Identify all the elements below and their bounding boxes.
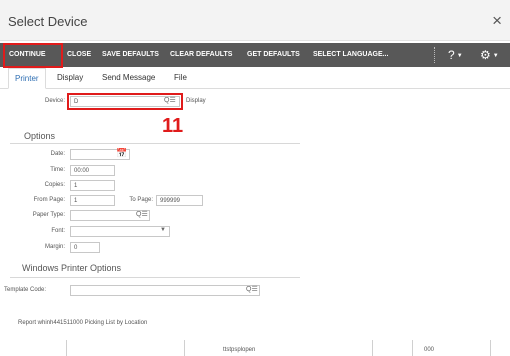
to-page-label: To Page: (129, 197, 153, 203)
from-page-label: From Page: (33, 197, 65, 203)
from-page-field[interactable]: 1 (70, 195, 115, 206)
get-defaults-button[interactable]: GET DEFAULTS (247, 43, 300, 67)
margin-label: Margin: (44, 244, 65, 250)
copies-field[interactable]: 1 (70, 180, 115, 191)
column-divider (66, 340, 67, 356)
clear-defaults-button[interactable]: CLEAR DEFAULTS (170, 43, 232, 67)
dialog-titlebar: Select Device × (0, 0, 510, 41)
device-label: Device: (44, 98, 65, 104)
time-field[interactable]: 00:00 (70, 165, 115, 176)
chevron-down-icon: ▼ (456, 52, 463, 59)
tab-display[interactable]: Display (57, 68, 83, 87)
font-select[interactable] (70, 226, 170, 237)
windows-options-heading: Windows Printer Options (22, 263, 122, 273)
calendar-icon[interactable]: 📅 (116, 148, 127, 159)
close-icon[interactable]: × (492, 11, 502, 31)
row-value: 000 (424, 347, 435, 353)
column-divider (184, 340, 185, 356)
gear-icon: ⚙ (480, 48, 491, 62)
continue-highlight-box (3, 43, 63, 68)
session-name: ttstpsplopen (223, 347, 256, 353)
column-divider (372, 340, 373, 356)
toolbar: CONTINUE CLOSE SAVE DEFAULTS CLEAR DEFAU… (0, 43, 510, 67)
template-code-label: Template Code: (4, 287, 47, 293)
chevron-down-icon: ▼ (160, 227, 166, 233)
paper-type-lookup-icon[interactable]: Q☰ (136, 210, 148, 218)
template-code-field[interactable] (70, 285, 260, 296)
close-button[interactable]: CLOSE (67, 43, 91, 67)
margin-field[interactable]: 0 (70, 242, 100, 253)
time-label: Time: (50, 167, 65, 173)
options-heading: Options (24, 131, 56, 141)
save-defaults-button[interactable]: SAVE DEFAULTS (102, 43, 159, 67)
column-divider (412, 340, 413, 356)
tab-bar: Printer Display Send Message File (0, 68, 510, 89)
device-highlight-box (67, 93, 183, 110)
device-description: Display (186, 98, 206, 104)
font-label: Font: (51, 228, 65, 234)
select-language-button[interactable]: SELECT LANGUAGE... (313, 43, 388, 67)
divider (10, 143, 300, 144)
toolbar-separator (434, 47, 436, 63)
paper-type-label: Paper Type: (32, 212, 65, 218)
tab-printer[interactable]: Printer (8, 68, 46, 89)
dialog-title: Select Device (8, 14, 88, 29)
copies-label: Copies: (44, 182, 65, 188)
help-menu-icon[interactable]: ? ▼ (448, 43, 463, 67)
tab-send-message[interactable]: Send Message (102, 68, 155, 87)
date-label: Date: (50, 151, 65, 157)
report-description: Report whinh441511000 Picking List by Lo… (18, 320, 148, 326)
chevron-down-icon: ▼ (492, 52, 499, 59)
column-divider (490, 340, 491, 356)
settings-menu-icon[interactable]: ⚙ ▼ (480, 43, 499, 67)
help-icon: ? (448, 48, 455, 62)
tab-file[interactable]: File (174, 68, 187, 87)
template-code-lookup-icon[interactable]: Q☰ (246, 285, 258, 293)
to-page-field[interactable]: 999999 (156, 195, 203, 206)
divider (10, 277, 300, 278)
annotation-number: 11 (162, 115, 184, 137)
